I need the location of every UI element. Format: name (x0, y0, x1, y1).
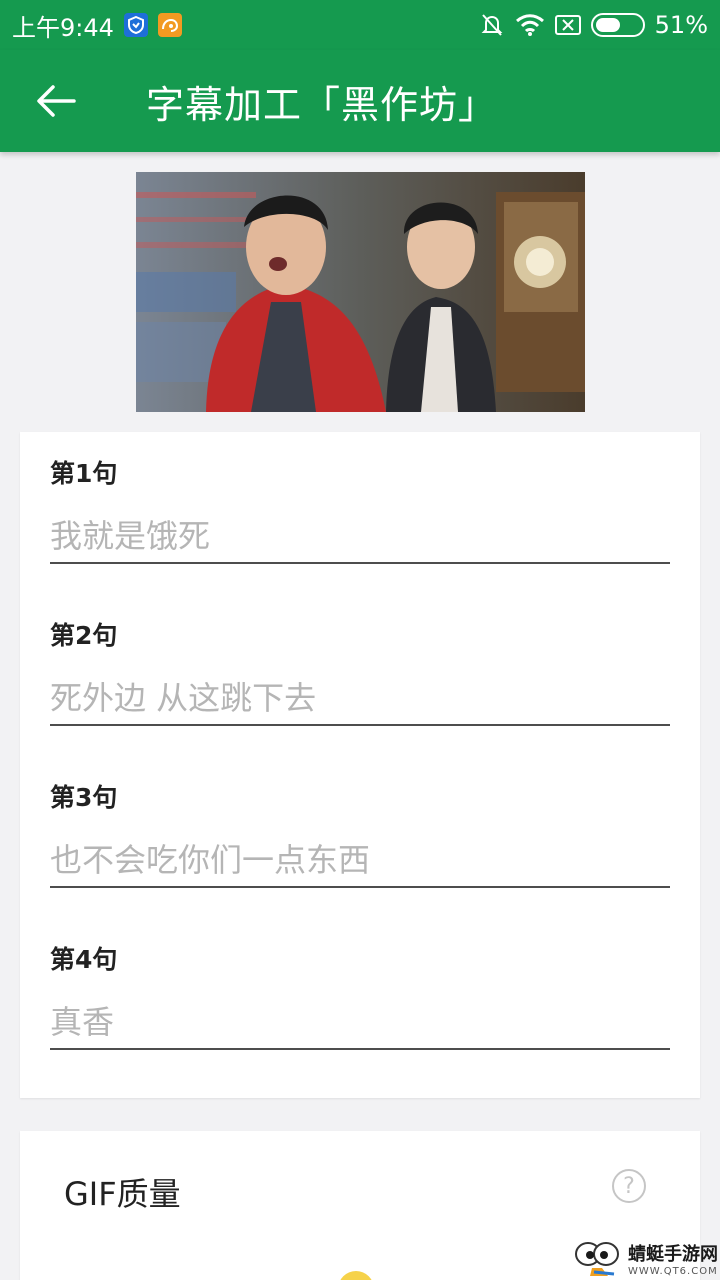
help-symbol: ? (623, 1173, 635, 1199)
battery-percent: 51% (654, 11, 708, 39)
watermark: 蜻蜓手游网 WWW.QT6.COM (574, 1236, 718, 1280)
status-bar-right: 51% (479, 11, 708, 39)
no-sim-icon (554, 14, 581, 36)
watermark-title: 蜻蜓手游网 (628, 1243, 718, 1265)
back-button[interactable] (0, 50, 112, 152)
status-time: 上午9:44 (12, 13, 114, 42)
bell-muted-icon (479, 12, 505, 38)
dragonfly-logo-icon (575, 1242, 619, 1276)
watermark-url: WWW.QT6.COM (628, 1265, 718, 1277)
page-title: 字幕加工「黑作坊」 (146, 82, 498, 127)
app-bar: 字幕加工「黑作坊」 (0, 50, 720, 152)
sentence-input[interactable]: 真香 (50, 1000, 670, 1050)
sentence-label: 第1句 (50, 459, 118, 488)
sentence-label: 第3句 (50, 783, 118, 812)
sentence-input[interactable]: 我就是饿死 (50, 514, 670, 564)
subtitle-editor-card: 第1句 我就是饿死 第2句 死外边 从这跳下去 第3句 也不会吃你们一点东西 第… (20, 432, 700, 1098)
status-bar: 上午9:44 51% (0, 0, 720, 50)
sentence-label: 第2句 (50, 621, 118, 650)
shield-app-icon (123, 13, 148, 37)
status-bar-left: 上午9:44 (12, 8, 182, 43)
sentence-input[interactable]: 也不会吃你们一点东西 (50, 838, 670, 888)
wifi-icon (515, 13, 545, 37)
sentence-input[interactable]: 死外边 从这跳下去 (50, 676, 670, 726)
sentence-label: 第4句 (50, 945, 118, 974)
arrow-left-icon (37, 85, 76, 117)
sentence-field-1: 第1句 我就是饿死 (50, 454, 670, 564)
gif-quality-label: GIF质量 (64, 1175, 181, 1213)
sentence-field-2: 第2句 死外边 从这跳下去 (50, 616, 670, 726)
gif-preview-image (136, 172, 585, 412)
sentence-field-3: 第3句 也不会吃你们一点东西 (50, 778, 670, 888)
help-icon[interactable]: ? (612, 1169, 646, 1203)
sentence-field-4: 第4句 真香 (50, 940, 670, 1050)
uc-browser-icon (157, 13, 182, 37)
quality-slider-thumb[interactable] (338, 1271, 374, 1280)
battery-icon (590, 13, 645, 37)
